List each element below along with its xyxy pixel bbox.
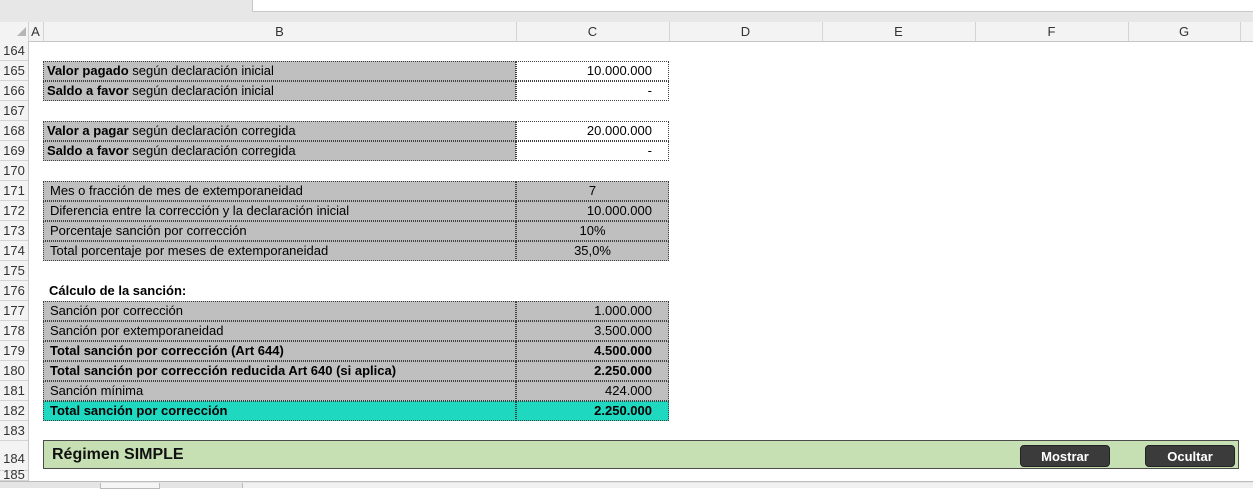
cell-total-sancion-art644-value[interactable]: 4.500.000 (516, 341, 669, 361)
cell-total-porcentaje-value[interactable]: 35,0% (516, 241, 669, 261)
cell-meses-extemporaneidad-value[interactable]: 7 (516, 181, 669, 201)
cell-total-sancion-final-value[interactable]: 2.250.000 (516, 401, 669, 421)
horizontal-scrollbar[interactable] (242, 483, 1253, 488)
column-header-bar: A B C D E F G (0, 22, 1253, 42)
mostrar-button[interactable]: Mostrar (1020, 445, 1110, 467)
cell-sancion-extemporaneidad-value[interactable]: 3.500.000 (516, 321, 669, 341)
cell-porcentaje-sancion-value[interactable]: 10% (516, 221, 669, 241)
cell-valor-pagado-value[interactable]: 10.000.000 (516, 61, 669, 81)
cell-valor-a-pagar-label[interactable]: Valor a pagar según declaración corregid… (43, 121, 516, 141)
select-all-triangle-icon (17, 27, 26, 36)
cell-meses-extemporaneidad-label[interactable]: Mes o fracción de mes de extemporaneidad (43, 181, 516, 201)
regimen-simple-banner: Régimen SIMPLE Mostrar Ocultar (43, 440, 1239, 469)
label-bold-part: Saldo a favor (47, 83, 129, 98)
label-rest-part: según declaración inicial (128, 63, 274, 78)
label-rest-part: según declaración corregida (128, 143, 296, 158)
select-all-corner[interactable] (0, 22, 29, 41)
row-header[interactable]: 167 (0, 101, 28, 121)
cell-saldo-favor-inicial-label[interactable]: Saldo a favor según declaración inicial (43, 81, 516, 101)
row-header[interactable]: 176 (0, 281, 28, 301)
column-header-d[interactable]: D (669, 22, 823, 41)
formula-input[interactable] (252, 0, 1253, 12)
column-header-c[interactable]: C (516, 22, 670, 41)
cell-sancion-correccion-label[interactable]: Sanción por corrección (43, 301, 516, 321)
cell-diferencia-value[interactable]: 10.000.000 (516, 201, 669, 221)
row-header[interactable]: 174 (0, 241, 28, 261)
cell-total-sancion-reducida-value[interactable]: 2.250.000 (516, 361, 669, 381)
formula-bar-area (0, 0, 1253, 22)
row-header[interactable]: 166 (0, 81, 28, 101)
cell-sancion-correccion-value[interactable]: 1.000.000 (516, 301, 669, 321)
column-header-e[interactable]: E (822, 22, 976, 41)
cell-total-sancion-art644-label[interactable]: Total sanción por corrección (Art 644) (43, 341, 516, 361)
cell-sancion-minima-value[interactable]: 424.000 (516, 381, 669, 401)
row-header[interactable]: 175 (0, 261, 28, 281)
banner-title: Régimen SIMPLE (52, 446, 184, 463)
row-header-bar: 164 165 166 167 168 169 170 171 172 173 … (0, 41, 29, 481)
row-header[interactable]: 180 (0, 361, 28, 381)
cell-saldo-favor-inicial-value[interactable]: - (516, 81, 669, 101)
row-header[interactable]: 165 (0, 61, 28, 81)
label-rest-part: según declaración corregida (128, 123, 296, 138)
cell-valor-a-pagar-value[interactable]: 20.000.000 (516, 121, 669, 141)
row-header[interactable]: 168 (0, 121, 28, 141)
cell-total-sancion-reducida-label[interactable]: Total sanción por corrección reducida Ar… (43, 361, 516, 381)
column-header-b[interactable]: B (43, 22, 517, 41)
cell-diferencia-label[interactable]: Diferencia entre la corrección y la decl… (43, 201, 516, 221)
label-bold-part: Saldo a favor (47, 143, 129, 158)
row-header[interactable]: 182 (0, 401, 28, 421)
row-header[interactable]: 178 (0, 321, 28, 341)
cell-total-porcentaje-label[interactable]: Total porcentaje por meses de extemporan… (43, 241, 516, 261)
label-bold-part: Valor a pagar (47, 123, 129, 138)
calculo-sancion-title: Cálculo de la sanción: (49, 283, 187, 298)
cell-sancion-minima-label[interactable]: Sanción mínima (43, 381, 516, 401)
row-header[interactable]: 169 (0, 141, 28, 161)
row-header[interactable]: 177 (0, 301, 28, 321)
cell-porcentaje-sancion-label[interactable]: Porcentaje sanción por corrección (43, 221, 516, 241)
column-header-f[interactable]: F (975, 22, 1129, 41)
cell-valor-pagado-label[interactable]: Valor pagado según declaración inicial (43, 61, 516, 81)
column-header-a[interactable]: A (28, 22, 44, 41)
row-header[interactable]: 170 (0, 161, 28, 181)
row-header[interactable]: 171 (0, 181, 28, 201)
row-header[interactable]: 164 (0, 41, 28, 61)
row-header[interactable]: 179 (0, 341, 28, 361)
ocultar-button[interactable]: Ocultar (1145, 445, 1235, 467)
cell-total-sancion-final-label[interactable]: Total sanción por corrección (43, 401, 516, 421)
cell-sancion-extemporaneidad-label[interactable]: Sanción por extemporaneidad (43, 321, 516, 341)
row-header[interactable]: 172 (0, 201, 28, 221)
column-header-g[interactable]: G (1128, 22, 1241, 41)
row-header[interactable]: 183 (0, 421, 28, 441)
label-rest-part: según declaración inicial (128, 83, 274, 98)
cell-saldo-favor-corregida-label[interactable]: Saldo a favor según declaración corregid… (43, 141, 516, 161)
sheet-tab[interactable] (100, 483, 160, 489)
label-bold-part: Valor pagado (47, 63, 129, 78)
row-header[interactable]: 185 (0, 468, 28, 481)
row-header[interactable]: 173 (0, 221, 28, 241)
cell-saldo-favor-corregida-value[interactable]: - (516, 141, 669, 161)
row-header[interactable]: 181 (0, 381, 28, 401)
